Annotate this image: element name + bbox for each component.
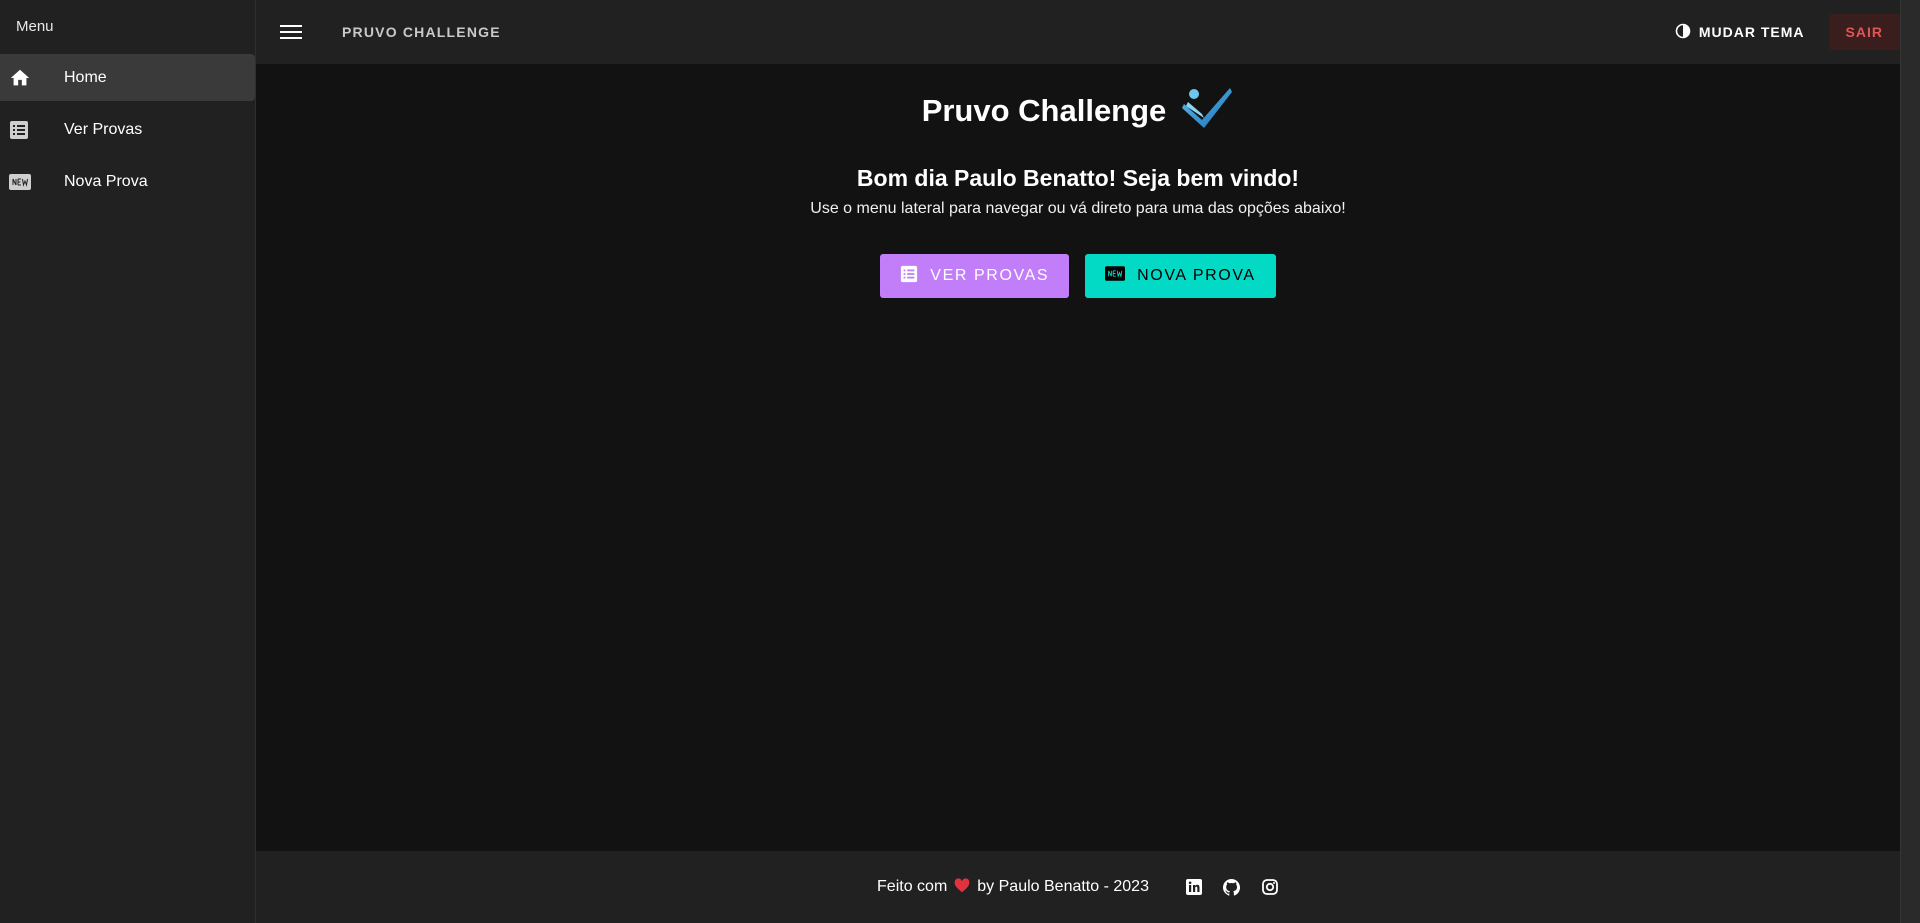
ver-provas-label: VER PROVAS	[930, 267, 1050, 284]
scrollbar[interactable]	[1900, 0, 1920, 923]
github-icon[interactable]	[1223, 878, 1241, 896]
action-buttons: VER PROVAS NOVA PROVA	[256, 254, 1900, 298]
footer-text-before: Feito com	[877, 878, 948, 895]
app-title: PRUVO CHALLENGE	[342, 24, 501, 40]
ver-provas-button[interactable]: VER PROVAS	[880, 254, 1070, 298]
nova-prova-button[interactable]: NOVA PROVA	[1085, 254, 1276, 298]
page-title-text: Pruvo Challenge	[921, 93, 1167, 128]
subtitle: Use o menu lateral para navegar ou vá di…	[810, 200, 1346, 217]
logout-button[interactable]: SAIR	[1828, 14, 1900, 50]
list-icon	[0, 120, 64, 140]
menu-icon[interactable]	[280, 21, 302, 43]
logo-check-icon	[1180, 84, 1234, 138]
footer-credit: Feito com by Paulo Benatto - 2023	[877, 877, 1149, 898]
sidebar-title: Menu	[16, 18, 54, 35]
linkedin-icon[interactable]	[1185, 878, 1203, 896]
sidebar-item-label: Ver Provas	[64, 120, 143, 138]
sidebar: Menu Home Ver Provas Nova Prova	[0, 0, 256, 923]
footer-text-after: by Paulo Benatto - 2023	[977, 878, 1149, 895]
social-links	[1185, 878, 1279, 896]
page-title: Pruvo Challenge	[256, 84, 1900, 138]
main-content: Pruvo Challenge Bom dia Paulo Benatto! S…	[256, 64, 1900, 851]
sidebar-item-label: Home	[64, 68, 107, 86]
header-actions: MUDAR TEMA SAIR	[1665, 14, 1900, 50]
app-root: Menu Home Ver Provas Nova Prova PRUVO CH…	[0, 0, 1920, 923]
toggle-theme-label: MUDAR TEMA	[1698, 24, 1805, 40]
instagram-icon[interactable]	[1261, 878, 1279, 896]
sidebar-item-ver-provas[interactable]: Ver Provas	[0, 106, 255, 153]
sidebar-item-nova-prova[interactable]: Nova Prova	[0, 158, 255, 205]
sidebar-item-label: Nova Prova	[64, 172, 148, 190]
heart-icon	[953, 877, 971, 898]
new-badge-icon	[1105, 266, 1126, 286]
top-app-bar: PRUVO CHALLENGE MUDAR TEMA SAIR	[256, 0, 1900, 64]
home-icon	[0, 67, 64, 89]
list-icon	[900, 265, 918, 288]
new-badge-icon	[0, 173, 64, 190]
toggle-theme-button[interactable]: MUDAR TEMA	[1665, 14, 1815, 50]
contrast-icon	[1675, 23, 1691, 42]
nova-prova-label: NOVA PROVA	[1137, 267, 1256, 284]
footer: Feito com by Paulo Benatto - 2023	[256, 851, 1900, 923]
sidebar-item-home[interactable]: Home	[0, 54, 255, 101]
greeting: Bom dia Paulo Benatto! Seja bem vindo!	[856, 165, 1300, 191]
